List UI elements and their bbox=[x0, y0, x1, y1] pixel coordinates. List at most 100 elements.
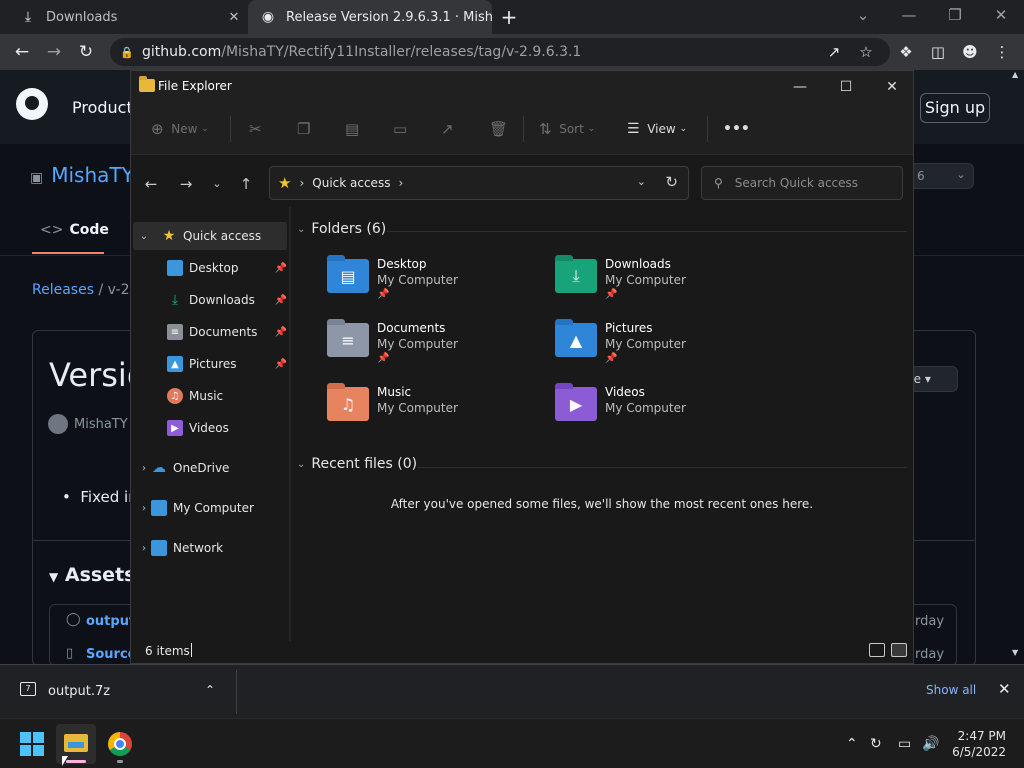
url-path: /MishaTY/Rectify11Installer/releases/tag… bbox=[221, 44, 582, 60]
show-all-link[interactable]: Show all bbox=[926, 683, 976, 697]
tab-downloads[interactable]: ⤓ Downloads ✕ bbox=[8, 0, 244, 34]
chevron-right-icon[interactable]: › bbox=[137, 503, 151, 514]
folder-tile-music[interactable]: ♫ Music My Computer bbox=[327, 383, 547, 443]
tab-close-icon[interactable]: ✕ bbox=[224, 10, 244, 25]
close-browser-button[interactable]: ✕ bbox=[978, 0, 1024, 30]
product-menu[interactable]: Product bbox=[72, 98, 133, 117]
sidebar-item-videos[interactable]: ▶ Videos bbox=[133, 414, 287, 442]
close-button[interactable]: ✕ bbox=[869, 71, 915, 103]
profile-icon[interactable]: ☻ bbox=[956, 38, 984, 66]
pin-icon: 📌 bbox=[274, 326, 287, 338]
sign-up-button[interactable]: Sign up bbox=[920, 93, 990, 123]
sidebar-item-documents[interactable]: ≡ Documents 📌 bbox=[133, 318, 287, 346]
windows-start-icon[interactable] bbox=[20, 732, 44, 756]
display-icon[interactable]: ▭ bbox=[898, 736, 911, 752]
sidebar-item-network[interactable]: › Network bbox=[133, 534, 287, 562]
volume-icon[interactable]: 🔊 bbox=[922, 736, 939, 752]
folder-tile-downloads[interactable]: ⤓ Downloads My Computer 📌 bbox=[555, 255, 775, 315]
sidebar-item-quick-access[interactable]: ⌄ ★ Quick access bbox=[133, 222, 287, 250]
clock-date[interactable]: 6/5/2022 bbox=[946, 745, 1006, 759]
sidebar-item-music[interactable]: ♫ Music bbox=[133, 382, 287, 410]
star-dropdown-chevron-icon[interactable]: ⌄ bbox=[948, 168, 974, 184]
tab-search-chevron-icon[interactable]: ⌄ bbox=[840, 0, 886, 30]
back-arrow-icon[interactable]: ← bbox=[8, 38, 36, 66]
menu-kebab-icon[interactable]: ⋮ bbox=[988, 38, 1016, 66]
minimize-browser-button[interactable]: — bbox=[886, 0, 932, 30]
paste-icon[interactable]: ▤ bbox=[345, 118, 359, 140]
scroll-down-arrow-icon[interactable]: ▼ bbox=[1012, 648, 1018, 657]
releases-link[interactable]: Releases bbox=[32, 282, 94, 298]
cut-icon[interactable]: ✂ bbox=[249, 118, 262, 140]
download-filename[interactable]: output.7z bbox=[48, 684, 110, 699]
recent-section-header[interactable]: ⌄ Recent files (0) bbox=[297, 456, 417, 472]
up-arrow-icon[interactable]: ↑ bbox=[234, 172, 258, 196]
address-dropdown-chevron-icon[interactable]: ⌄ bbox=[637, 175, 646, 188]
folder-tile-videos[interactable]: ▶ Videos My Computer bbox=[555, 383, 775, 443]
scroll-up-arrow-icon[interactable]: ▲ bbox=[1012, 70, 1018, 79]
back-arrow-icon[interactable]: ← bbox=[139, 172, 163, 196]
tab-code[interactable]: <> Code bbox=[40, 222, 109, 238]
extensions-icon[interactable]: ❖ bbox=[892, 38, 920, 66]
folder-tile-pictures[interactable]: ▲ Pictures My Computer 📌 bbox=[555, 319, 775, 379]
tab-release[interactable]: ◉ Release Version 2.9.6.3.1 · MishaT bbox=[248, 0, 492, 34]
repo-owner-link[interactable]: MishaTY bbox=[51, 163, 134, 187]
forward-arrow-icon[interactable]: → bbox=[40, 38, 68, 66]
refresh-icon[interactable]: ↻ bbox=[665, 173, 678, 191]
sidebar-item-my-computer[interactable]: › My Computer bbox=[133, 494, 287, 522]
repo-name[interactable]: ▣ MishaTY bbox=[30, 163, 134, 187]
sidebar-item-downloads[interactable]: ⤓ Downloads 📌 bbox=[133, 286, 287, 314]
minimize-button[interactable]: — bbox=[777, 71, 823, 103]
close-icon[interactable]: ✕ bbox=[998, 680, 1011, 698]
rename-icon[interactable]: ▭ bbox=[393, 118, 407, 140]
folder-tile-desktop[interactable]: ▤ Desktop My Computer 📌 bbox=[327, 255, 547, 315]
view-button[interactable]: ☰ View ⌄ bbox=[627, 118, 687, 140]
github-logo-icon[interactable] bbox=[16, 88, 48, 120]
asset-link[interactable]: output bbox=[86, 614, 135, 629]
chevron-right-icon[interactable]: › bbox=[137, 463, 151, 474]
sidebar-item-onedrive[interactable]: › ☁ OneDrive bbox=[133, 454, 287, 482]
folders-section-header[interactable]: ⌄ Folders (6) bbox=[297, 221, 386, 237]
taskbar-chrome-icon[interactable] bbox=[108, 732, 132, 756]
tiles-view-icon[interactable] bbox=[891, 643, 907, 657]
sidebar-item-label: Network bbox=[173, 541, 224, 555]
folder-tile-documents[interactable]: ≡ Documents My Computer 📌 bbox=[327, 319, 547, 379]
new-tab-button[interactable]: + bbox=[498, 6, 520, 28]
sidebar-item-label: Music bbox=[189, 389, 224, 403]
copy-icon[interactable]: ❐ bbox=[297, 118, 310, 140]
details-view-icon[interactable] bbox=[869, 643, 885, 657]
running-app-indicator bbox=[117, 760, 123, 763]
address-bar[interactable]: 🔒 github.com/MishaTY/Rectify11Installer/… bbox=[110, 38, 890, 66]
see-more-icon[interactable]: ••• bbox=[723, 118, 750, 140]
recent-locations-chevron-icon[interactable]: ⌄ bbox=[205, 172, 229, 196]
assets-heading[interactable]: ▼ Assets bbox=[49, 564, 135, 586]
share-icon[interactable]: ↗ bbox=[820, 38, 848, 66]
delete-icon[interactable]: 🗑 bbox=[489, 118, 508, 140]
new-button[interactable]: ⊕ New ⌄ bbox=[151, 118, 209, 140]
window-title: File Explorer bbox=[158, 79, 232, 93]
bookmark-star-icon[interactable]: ☆ bbox=[852, 38, 880, 66]
chevron-down-icon[interactable]: ⌄ bbox=[137, 231, 151, 242]
explorer-address-bar[interactable]: ★ › Quick access › ⌄ ↻ bbox=[269, 166, 689, 200]
github-icon: ◉ bbox=[261, 9, 275, 25]
release-author[interactable]: MishaTY bbox=[48, 414, 128, 434]
sync-icon[interactable]: ↻ bbox=[870, 736, 882, 752]
pane-splitter[interactable] bbox=[289, 207, 291, 641]
maximize-button[interactable]: ☐ bbox=[823, 71, 869, 103]
chevron-right-icon: › bbox=[398, 176, 404, 190]
sidebar-item-desktop[interactable]: Desktop 📌 bbox=[133, 254, 287, 282]
side-panel-icon[interactable]: ◫ bbox=[924, 38, 952, 66]
reload-icon[interactable]: ↻ bbox=[72, 38, 100, 66]
package-icon: ◯ bbox=[66, 612, 81, 627]
chevron-up-icon[interactable]: ⌃ bbox=[205, 683, 215, 697]
clock-time[interactable]: 2:47 PM bbox=[956, 729, 1006, 743]
search-input[interactable]: ⚲ Search Quick access bbox=[701, 166, 903, 200]
chevron-right-icon[interactable]: › bbox=[137, 543, 151, 554]
restore-browser-button[interactable]: ❐ bbox=[932, 0, 978, 30]
forward-arrow-icon[interactable]: → bbox=[174, 172, 198, 196]
tray-overflow-chevron-icon[interactable]: ⌃ bbox=[846, 736, 858, 752]
sidebar-item-pictures[interactable]: ▲ Pictures 📌 bbox=[133, 350, 287, 378]
sort-button[interactable]: ⇅ Sort ⌄ bbox=[539, 118, 595, 140]
share-icon[interactable]: ↗ bbox=[441, 118, 454, 140]
search-icon: ⚲ bbox=[714, 176, 723, 190]
asset-link[interactable]: Source bbox=[86, 647, 136, 662]
